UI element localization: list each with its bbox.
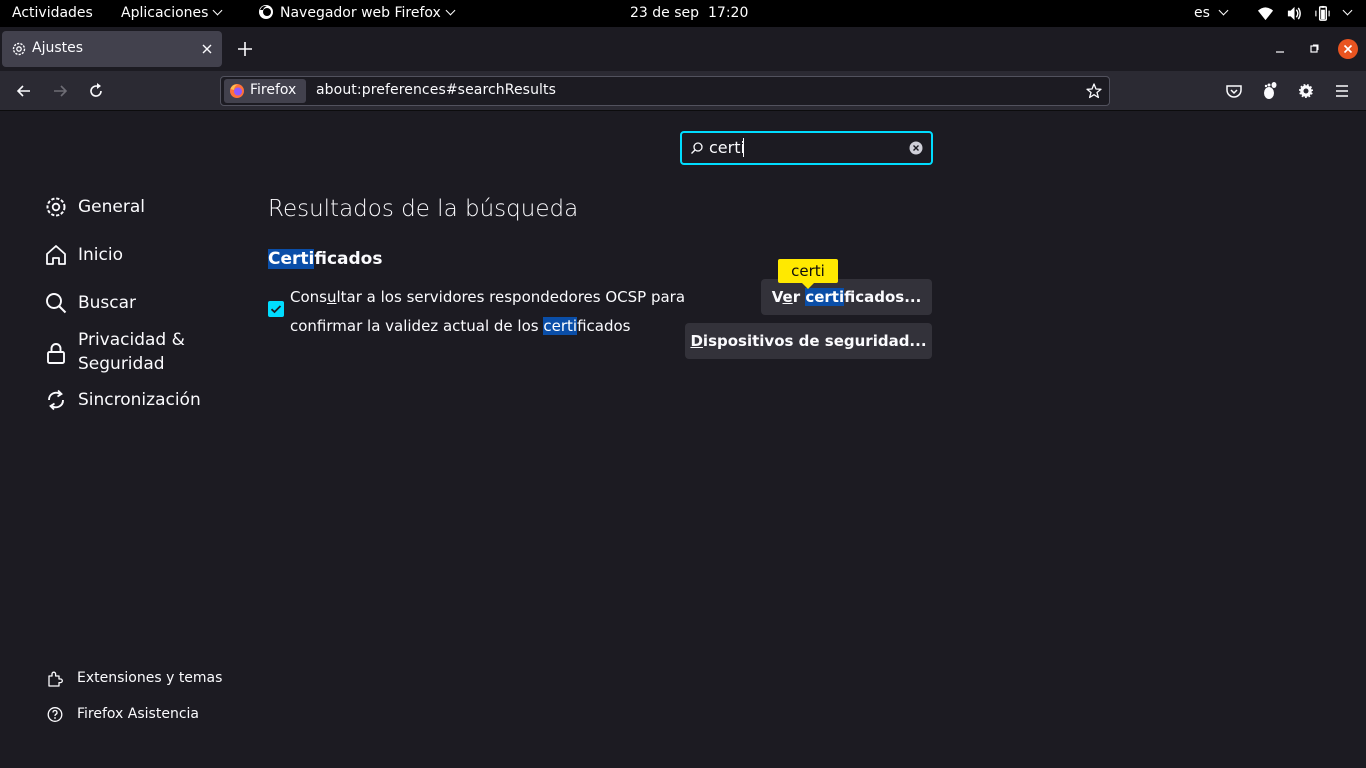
system-menu[interactable] <box>1338 0 1353 27</box>
system-top-bar: Actividades Aplicaciones Navegador web F… <box>0 0 1366 27</box>
close-tab-icon[interactable] <box>200 42 214 56</box>
label-text: Cons <box>290 288 327 306</box>
search-highlight: certi <box>543 317 578 335</box>
applications-menu[interactable]: Aplicaciones <box>121 0 223 27</box>
ocsp-checkbox-label[interactable]: Consultar a los servidores respondedores… <box>290 283 690 341</box>
access-key: D <box>690 332 703 350</box>
wifi-icon[interactable] <box>1257 5 1274 22</box>
chevron-down-icon <box>1342 5 1353 16</box>
activities-button[interactable]: Actividades <box>12 0 93 27</box>
gear-icon <box>12 42 26 56</box>
app-name: Navegador web Firefox <box>280 5 441 21</box>
identity-label: Firefox <box>250 82 297 98</box>
home-icon <box>46 245 66 265</box>
firefox-logo-icon <box>230 84 244 98</box>
language-indicator[interactable]: es <box>1194 0 1229 27</box>
identity-box[interactable]: Firefox <box>224 79 306 103</box>
access-key: u <box>326 288 337 306</box>
time-label: 17:20 <box>708 5 749 21</box>
url-text[interactable]: about:preferences#searchResults <box>316 82 556 98</box>
sidebar-item-label-line2: Seguridad <box>78 354 165 374</box>
text-caret <box>743 138 744 157</box>
ocsp-checkbox[interactable] <box>268 301 284 317</box>
clock[interactable]: 23 de sep 17:20 <box>630 0 748 27</box>
sidebar-item-label: Sincronización <box>78 390 201 410</box>
url-bar[interactable]: Firefox about:preferences#searchResults <box>220 76 1110 106</box>
language-label: es <box>1194 5 1210 21</box>
sidebar-item-label: Buscar <box>78 293 137 313</box>
search-highlight: Certi <box>268 249 315 269</box>
applications-label: Aplicaciones <box>121 5 209 21</box>
sidebar-item-label: Inicio <box>78 245 123 265</box>
close-icon <box>1343 44 1353 54</box>
minimize-icon[interactable] <box>1271 40 1289 58</box>
section-title-certificates: Certificados <box>268 249 382 269</box>
sidebar-item-label-line1: Privacidad & <box>78 330 185 350</box>
page-title: Resultados de la búsqueda <box>268 196 579 222</box>
button-text: ispositivos de seguridad... <box>702 332 927 350</box>
date-label: 23 de sep <box>630 5 700 21</box>
chevron-down-icon <box>1218 5 1229 16</box>
preferences-search-input[interactable]: certi <box>680 131 933 165</box>
gear-icon <box>46 197 66 217</box>
chevron-down-icon <box>213 5 223 16</box>
back-arrow-icon[interactable] <box>14 81 34 101</box>
search-icon <box>691 142 703 154</box>
new-tab-icon[interactable] <box>235 39 255 59</box>
sidebar-item-label: General <box>78 197 145 217</box>
extension-gear-icon[interactable] <box>1296 81 1316 101</box>
checkmark-icon <box>270 305 282 314</box>
tab-title: Ajustes <box>32 40 84 56</box>
security-devices-button[interactable]: Dispositivos de seguridad... <box>685 323 932 359</box>
search-highlight: certi <box>805 288 845 306</box>
chevron-down-icon <box>445 5 456 16</box>
restore-icon[interactable] <box>1305 40 1323 58</box>
navigation-toolbar: Firefox about:preferences#searchResults <box>0 71 1366 111</box>
bookmark-star-icon[interactable] <box>1085 82 1103 100</box>
battery-icon[interactable] <box>1314 5 1331 22</box>
app-menu[interactable]: Navegador web Firefox <box>258 0 456 27</box>
lock-icon <box>47 343 65 364</box>
button-text: ficados... <box>844 288 922 306</box>
tab-strip: Ajustes <box>0 27 1366 71</box>
button-text: V <box>771 288 783 306</box>
help-icon <box>47 707 63 722</box>
section-title-rest: ficados <box>314 249 383 269</box>
button-text: r <box>792 288 806 306</box>
clear-search-icon[interactable] <box>909 141 923 155</box>
label-text: ficados <box>577 317 631 335</box>
view-certificates-button[interactable]: Ver certificados... <box>761 279 932 315</box>
access-key: e <box>782 288 793 306</box>
search-icon <box>46 293 67 314</box>
reload-icon[interactable] <box>86 81 106 101</box>
gnome-extension-icon[interactable] <box>1260 81 1280 101</box>
hamburger-menu-icon[interactable] <box>1332 81 1352 101</box>
sync-icon <box>48 389 64 411</box>
close-window-button[interactable] <box>1338 39 1358 59</box>
puzzle-icon <box>48 671 63 687</box>
pocket-icon[interactable] <box>1224 81 1244 101</box>
sidebar-footer-label: Extensiones y temas <box>77 670 223 686</box>
search-match-tooltip: certi <box>778 259 838 289</box>
search-value: certi <box>709 138 745 157</box>
volume-icon[interactable] <box>1286 5 1303 22</box>
tab-settings[interactable]: Ajustes <box>2 31 222 67</box>
sidebar-footer-label: Firefox Asistencia <box>77 706 199 722</box>
firefox-icon <box>259 5 273 19</box>
forward-arrow-icon[interactable] <box>50 81 70 101</box>
